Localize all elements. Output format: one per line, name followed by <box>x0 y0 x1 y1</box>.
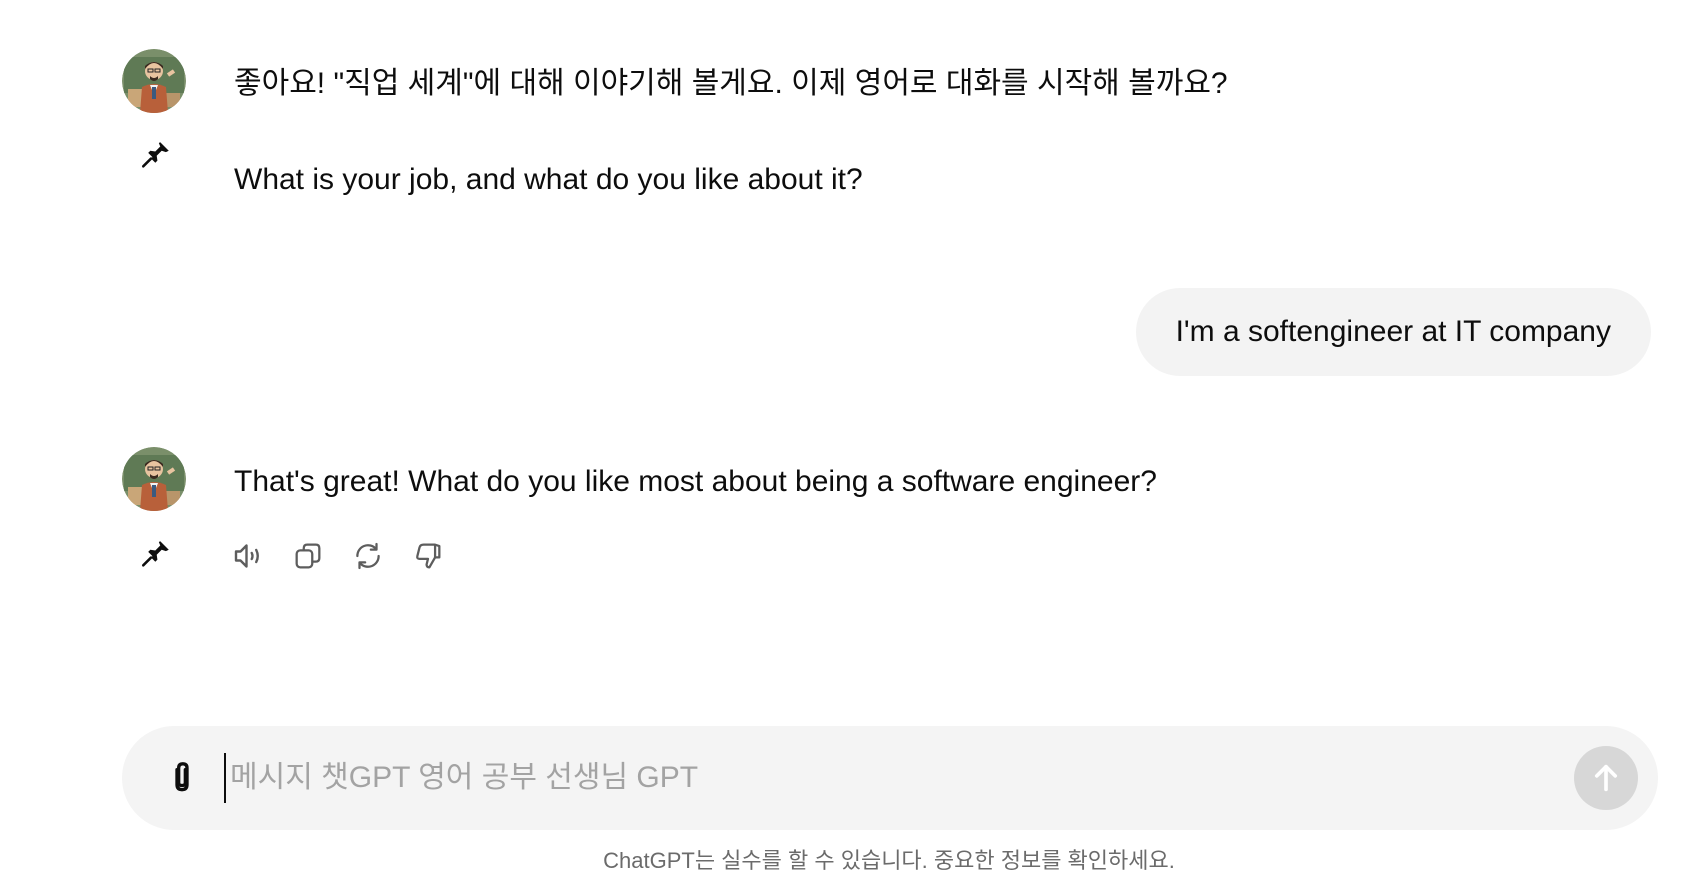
message-input[interactable] <box>224 753 1510 803</box>
message-actions <box>228 536 448 576</box>
chat-page: 좋아요! "직업 세계"에 대해 이야기해 볼게요. 이제 영어로 대화를 시작… <box>0 0 1708 888</box>
pin-icon[interactable] <box>139 138 173 172</box>
send-button[interactable] <box>1574 746 1638 810</box>
paperclip-icon[interactable] <box>160 756 204 800</box>
thumbs-down-icon[interactable] <box>408 536 448 576</box>
pin-icon[interactable] <box>139 537 173 571</box>
read-aloud-icon[interactable] <box>228 536 268 576</box>
assistant-message-text: 좋아요! "직업 세계"에 대해 이야기해 볼게요. 이제 영어로 대화를 시작… <box>234 67 1228 100</box>
message-composer <box>122 726 1658 830</box>
arrow-up-icon <box>1594 764 1618 792</box>
disclaimer-text: ChatGPT는 실수를 할 수 있습니다. 중요한 정보를 확인하세요. <box>603 848 1175 873</box>
user-message-text: I'm a softengineer at IT company <box>1175 315 1611 348</box>
teacher-avatar-icon <box>122 447 186 511</box>
regenerate-icon[interactable] <box>348 536 388 576</box>
user-message-bubble: I'm a softengineer at IT company <box>1135 288 1651 376</box>
assistant-message-text: What is your job, and what do you like a… <box>234 163 863 196</box>
copy-icon[interactable] <box>288 536 328 576</box>
teacher-avatar-icon <box>122 49 186 113</box>
assistant-message-text: That's great! What do you like most abou… <box>234 465 1157 498</box>
